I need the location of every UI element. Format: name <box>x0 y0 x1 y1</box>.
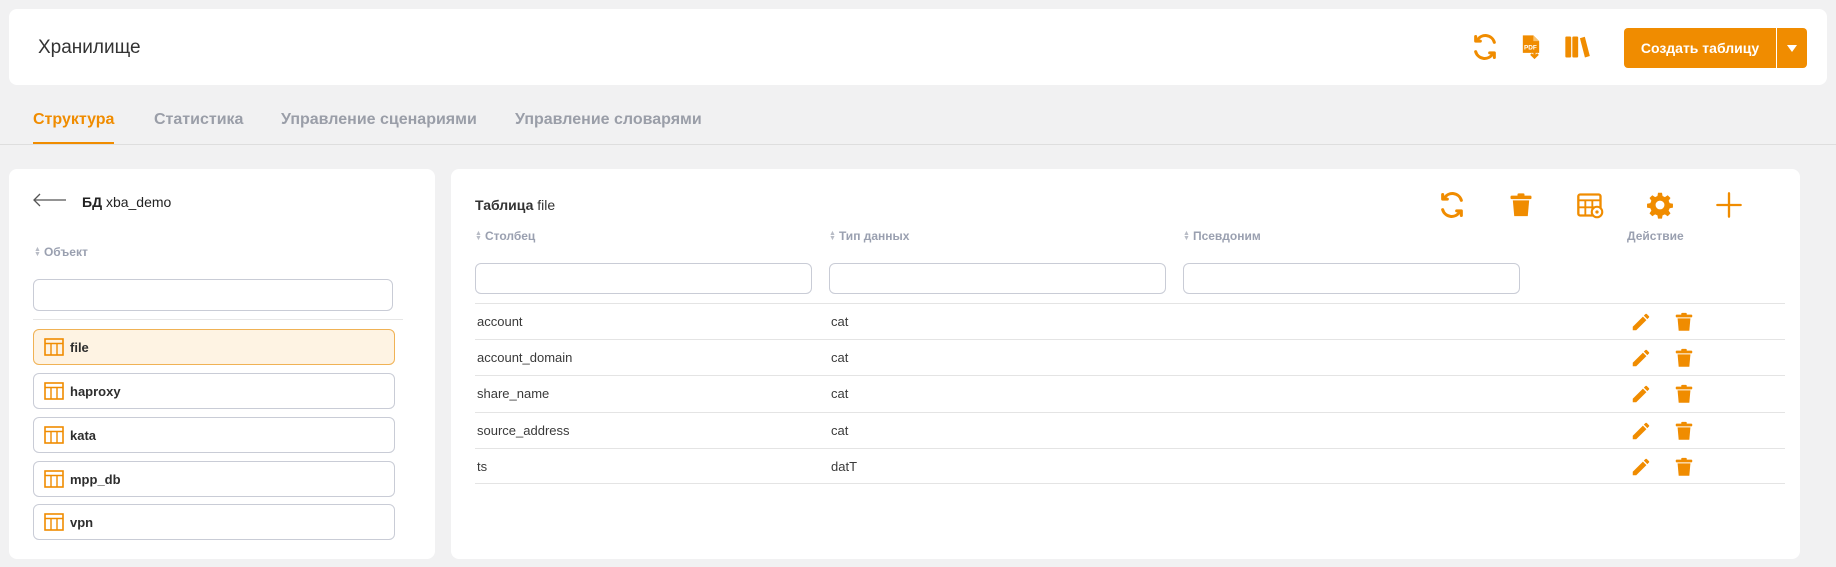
edit-icon[interactable] <box>1630 347 1652 369</box>
column-header-action: Действие <box>1627 229 1684 243</box>
table-icon <box>44 513 64 531</box>
cell-column: ts <box>477 459 488 474</box>
column-header-label: Тип данных <box>838 229 910 243</box>
table-item-label: vpn <box>70 514 94 530</box>
edit-icon[interactable] <box>1630 420 1652 442</box>
column-header-type[interactable]: ▲ ▼ Тип данных <box>829 229 909 243</box>
object-list-panel: БД xba_demo ▲ ▼ Объект file haproxy kata … <box>9 169 435 559</box>
cell-type: cat <box>831 314 849 329</box>
sort-icon: ▲ ▼ <box>34 246 41 258</box>
table-item-label: file <box>70 339 89 355</box>
cell-column: share_name <box>477 386 550 401</box>
object-column-label: Объект <box>43 245 88 259</box>
table-icon <box>44 470 64 488</box>
refresh-icon[interactable] <box>1438 191 1466 219</box>
trash-icon[interactable] <box>1673 311 1695 333</box>
database-title: БД xba_demo <box>82 194 171 210</box>
trash-icon[interactable] <box>1673 420 1695 442</box>
column-header-label: Псевдоним <box>1192 229 1261 243</box>
sort-icon: ▲ ▼ <box>829 230 836 242</box>
column-header-label: Столбец <box>484 229 536 243</box>
divider <box>33 319 403 320</box>
edit-icon[interactable] <box>1630 311 1652 333</box>
table-item-kata[interactable]: kata <box>33 417 395 453</box>
cell-column: account <box>477 314 523 329</box>
table-item-mpp-db[interactable]: mpp_db <box>33 461 395 497</box>
object-column-header[interactable]: ▲ ▼ Объект <box>34 245 88 259</box>
library-icon[interactable] <box>1563 33 1591 61</box>
tab-bar: Структура Статистика Управление сценария… <box>0 85 1836 145</box>
sort-icon: ▲ ▼ <box>1183 230 1190 242</box>
table-row: ts datT <box>475 448 1785 484</box>
object-search-input[interactable] <box>33 279 393 311</box>
table-icon <box>44 426 64 444</box>
pdf-export-icon[interactable]: PDF <box>1517 33 1545 61</box>
back-arrow-icon[interactable] <box>32 193 66 207</box>
cell-type: cat <box>831 386 849 401</box>
column-header-alias[interactable]: ▲ ▼ Псевдоним <box>1183 229 1261 243</box>
table-row: account_domain cat <box>475 339 1785 375</box>
edit-icon[interactable] <box>1630 456 1652 478</box>
tab-statistics[interactable]: Статистика <box>154 111 243 129</box>
tab-dictionaries[interactable]: Управление словарями <box>515 111 702 129</box>
table-item-label: haproxy <box>70 383 121 399</box>
database-prefix: БД <box>82 194 103 210</box>
column-filter-input[interactable] <box>475 263 812 294</box>
gear-icon[interactable] <box>1646 191 1674 219</box>
table-item-label: mpp_db <box>70 471 121 487</box>
cell-type: cat <box>831 423 849 438</box>
trash-icon[interactable] <box>1673 347 1695 369</box>
page-header: Хранилище PDF Создать таблицу <box>9 9 1827 85</box>
table-row: account cat <box>475 303 1785 339</box>
trash-icon[interactable] <box>1673 456 1695 478</box>
refresh-icon[interactable] <box>1471 33 1499 61</box>
trash-icon[interactable] <box>1673 383 1695 405</box>
table-structure-panel: Таблица file ▲ ▼ Столбец ▲ ▼ Тип данных ▲ ▼… <box>451 169 1800 559</box>
svg-text:PDF: PDF <box>1524 44 1537 51</box>
cell-column: source_address <box>477 423 570 438</box>
table-item-file[interactable]: file <box>33 329 395 365</box>
cell-type: datT <box>831 459 858 474</box>
table-item-haproxy[interactable]: haproxy <box>33 373 395 409</box>
cell-column: account_domain <box>477 350 573 365</box>
plus-icon[interactable] <box>1715 191 1743 219</box>
tab-scenarios[interactable]: Управление сценариями <box>281 111 477 129</box>
database-name: xba_demo <box>105 194 172 210</box>
create-table-dropdown-button[interactable] <box>1777 28 1807 68</box>
active-tab-indicator <box>33 142 114 144</box>
sort-icon: ▲ ▼ <box>475 230 482 242</box>
table-title-prefix: Таблица <box>475 197 534 213</box>
type-filter-input[interactable] <box>829 263 1166 294</box>
table-title-name: file <box>537 197 556 213</box>
table-icon <box>44 382 64 400</box>
column-header-label: Действие <box>1627 229 1684 243</box>
edit-icon[interactable] <box>1630 383 1652 405</box>
table-item-label: kata <box>70 427 97 443</box>
table-item-vpn[interactable]: vpn <box>33 504 395 540</box>
table-row: share_name cat <box>475 375 1785 411</box>
table-settings-icon[interactable] <box>1576 191 1604 219</box>
table-icon <box>44 338 64 356</box>
table-row: source_address cat <box>475 412 1785 448</box>
caret-down-icon <box>1787 44 1797 52</box>
alias-filter-input[interactable] <box>1183 263 1520 294</box>
table-title: Таблица file <box>475 197 555 213</box>
column-header-name[interactable]: ▲ ▼ Столбец <box>475 229 535 243</box>
page-title: Хранилище <box>38 37 141 58</box>
create-table-button[interactable]: Создать таблицу <box>1624 28 1776 68</box>
trash-icon[interactable] <box>1507 191 1535 219</box>
cell-type: cat <box>831 350 849 365</box>
tab-structure[interactable]: Структура <box>33 111 114 129</box>
